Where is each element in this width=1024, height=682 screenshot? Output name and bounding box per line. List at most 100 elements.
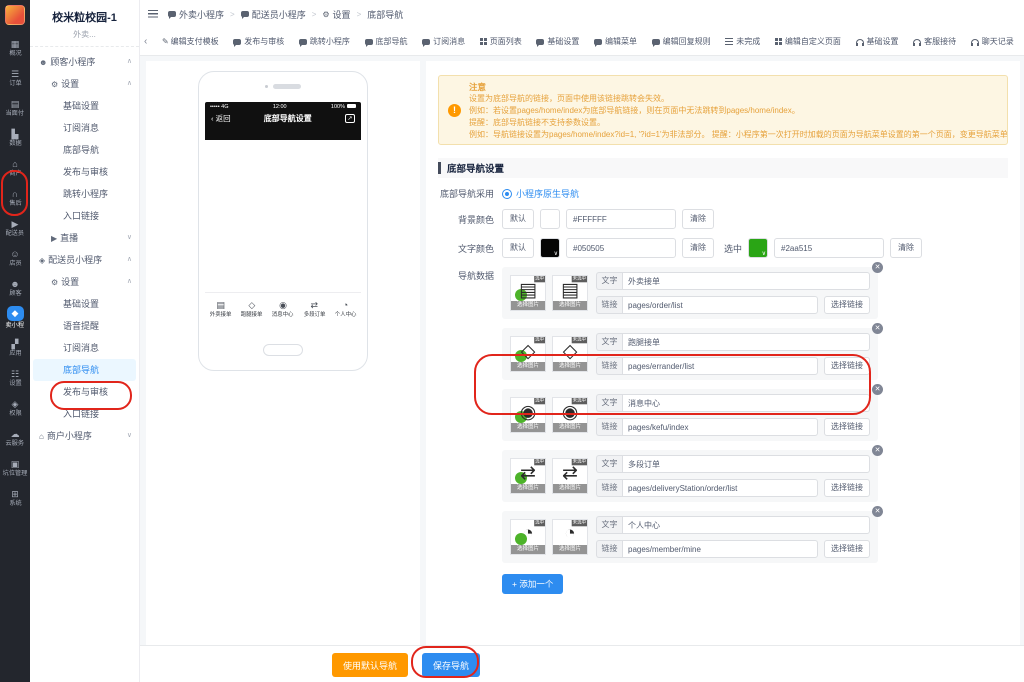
remove-row-icon[interactable] (872, 262, 883, 273)
tree-settings-2[interactable]: ⚙设置∧ (30, 271, 139, 293)
choose-image-overlay[interactable]: 选择图片 (553, 301, 587, 310)
tab-chat-history[interactable]: 聊天记录 (971, 36, 1014, 47)
tab-page-list[interactable]: 页面列表 (480, 36, 522, 47)
remove-row-icon[interactable] (872, 323, 883, 334)
breadcrumb-item-settings[interactable]: ⚙设置 (322, 8, 350, 21)
tree-bottom-nav-1[interactable]: 底部导航 (30, 139, 139, 161)
choose-image-overlay[interactable]: 选择图片 (553, 423, 587, 432)
nav-text-input[interactable] (622, 333, 870, 351)
rail-item-settings[interactable]: ☷设置 (0, 363, 30, 393)
rail-item-customer[interactable]: ☻顾客 (0, 273, 30, 303)
nav-link-input[interactable] (622, 479, 818, 497)
tree-bottom-nav-2-active[interactable]: 底部导航 (33, 359, 136, 381)
rail-item-clerk[interactable]: ☺店员 (0, 243, 30, 273)
nav-text-input[interactable] (622, 516, 870, 534)
unselected-icon-tile[interactable]: 未选中◔选择图片 (552, 519, 588, 555)
text-clear-button[interactable]: 清除 (682, 238, 714, 258)
remove-row-icon[interactable] (872, 445, 883, 456)
tab-subscribe-msg[interactable]: 订阅消息 (422, 36, 465, 47)
choose-image-overlay[interactable]: 选择图片 (511, 362, 545, 371)
tab-basic-settings-1[interactable]: 基础设置 (536, 36, 579, 47)
select-link-button[interactable]: 选择链接 (824, 296, 870, 314)
choose-image-overlay[interactable]: 选择图片 (553, 545, 587, 554)
rail-item-permissions[interactable]: ◈权限 (0, 393, 30, 423)
tree-basic-settings-1[interactable]: 基础设置 (30, 95, 139, 117)
selected-icon-tile[interactable]: 选中▤选择图片 (510, 275, 546, 311)
native-nav-radio[interactable] (502, 189, 512, 199)
nav-link-input[interactable] (622, 418, 818, 436)
nav-text-input[interactable] (622, 394, 870, 412)
select-link-button[interactable]: 选择链接 (824, 479, 870, 497)
tab-edit-reply-rules[interactable]: 编辑回复规则 (652, 36, 711, 47)
tree-customer-miniprogram[interactable]: ☻顾客小程序∧ (30, 51, 139, 73)
choose-image-overlay[interactable]: 选择图片 (511, 484, 545, 493)
tree-subscribe-msg-2[interactable]: 订阅消息 (30, 337, 139, 359)
select-link-button[interactable]: 选择链接 (824, 418, 870, 436)
tab-basic-settings-2[interactable]: 基础设置 (856, 36, 899, 47)
nav-link-input[interactable] (622, 540, 818, 558)
text-color-input[interactable] (566, 238, 676, 258)
rail-item-slots[interactable]: ▣坑位管理 (0, 453, 30, 483)
tab-edit-menu[interactable]: 编辑菜单 (594, 36, 637, 47)
text-default-button[interactable]: 默认 (502, 238, 534, 258)
rail-item-sell-miniprogram[interactable]: ◆卖小程 (0, 303, 30, 333)
rail-item-aftersale[interactable]: ∩售后 (0, 183, 30, 213)
tree-live[interactable]: ▶直播∨ (30, 227, 139, 249)
tab-jump-miniprogram[interactable]: 跳转小程序 (299, 36, 350, 47)
choose-image-overlay[interactable]: 选择图片 (511, 423, 545, 432)
select-link-button[interactable]: 选择链接 (824, 357, 870, 375)
breadcrumb-item-takeout[interactable]: 外卖小程序 (168, 8, 224, 21)
tab-publish-review[interactable]: 发布与审核 (233, 36, 284, 47)
breadcrumb-item-courier[interactable]: 配送员小程序 (241, 8, 306, 21)
tree-subscribe-msg-1[interactable]: 订阅消息 (30, 117, 139, 139)
selected-color-swatch[interactable] (748, 238, 768, 258)
rail-item-apps[interactable]: ▞应用 (0, 333, 30, 363)
tab-unfinished[interactable]: 未完成 (725, 36, 760, 47)
tab-service-reception[interactable]: 客服接待 (913, 36, 956, 47)
remove-row-icon[interactable] (872, 384, 883, 395)
selected-color-input[interactable] (774, 238, 884, 258)
tree-merchant-miniprogram[interactable]: ⌂商户小程序∨ (30, 425, 139, 447)
tab-edit-pay-template[interactable]: ✎编辑支付模板 (162, 36, 219, 47)
nav-link-input[interactable] (622, 357, 818, 375)
choose-image-overlay[interactable]: 选择图片 (553, 484, 587, 493)
tree-publish-review-1[interactable]: 发布与审核 (30, 161, 139, 183)
rail-item-courier[interactable]: ▶配送员 (0, 213, 30, 243)
tree-publish-review-2[interactable]: 发布与审核 (30, 381, 139, 403)
save-nav-button[interactable]: 保存导航 (422, 653, 480, 677)
unselected-icon-tile[interactable]: 未选中◇选择图片 (552, 336, 588, 372)
tree-jump-miniprogram[interactable]: 跳转小程序 (30, 183, 139, 205)
tree-entry-link-2[interactable]: 入口链接 (30, 403, 139, 425)
rail-item-orders[interactable]: ☰订单 (0, 63, 30, 93)
unselected-icon-tile[interactable]: 未选中⇄选择图片 (552, 458, 588, 494)
bg-clear-button[interactable]: 清除 (682, 209, 714, 229)
tab-bottom-nav[interactable]: 底部导航 (365, 36, 408, 47)
rail-item-cloud[interactable]: ☁云服务 (0, 423, 30, 453)
selected-clear-button[interactable]: 清除 (890, 238, 922, 258)
selected-icon-tile[interactable]: 选中◉选择图片 (510, 397, 546, 433)
rail-item-overview[interactable]: ▦概况 (0, 33, 30, 63)
rail-item-system[interactable]: ⊞系统 (0, 483, 30, 513)
selected-icon-tile[interactable]: 选中◔选择图片 (510, 519, 546, 555)
add-nav-item-button[interactable]: + 添加一个 (502, 574, 563, 594)
rail-item-facepay[interactable]: ▤当面付 (0, 93, 30, 123)
tab-edit-custom-page[interactable]: 编辑自定义页面 (775, 36, 841, 47)
text-color-swatch[interactable] (540, 238, 560, 258)
tree-voice-reminder[interactable]: 语音提醒 (30, 315, 139, 337)
rail-item-merchant[interactable]: ⌂商户 (0, 153, 30, 183)
choose-image-overlay[interactable]: 选择图片 (553, 362, 587, 371)
tree-entry-link-1[interactable]: 入口链接 (30, 205, 139, 227)
tree-basic-settings-2[interactable]: 基础设置 (30, 293, 139, 315)
nav-text-input[interactable] (622, 455, 870, 473)
unselected-icon-tile[interactable]: 未选中◉选择图片 (552, 397, 588, 433)
choose-image-overlay[interactable]: 选择图片 (511, 545, 545, 554)
selected-icon-tile[interactable]: 选中⇄选择图片 (510, 458, 546, 494)
unselected-icon-tile[interactable]: 未选中▤选择图片 (552, 275, 588, 311)
bg-color-swatch[interactable] (540, 209, 560, 229)
choose-image-overlay[interactable]: 选择图片 (511, 301, 545, 310)
bg-color-input[interactable] (566, 209, 676, 229)
tabs-scroll-left[interactable]: ‹ (144, 36, 147, 47)
bg-default-button[interactable]: 默认 (502, 209, 534, 229)
native-nav-label[interactable]: 小程序原生导航 (516, 187, 579, 200)
nav-link-input[interactable] (622, 296, 818, 314)
